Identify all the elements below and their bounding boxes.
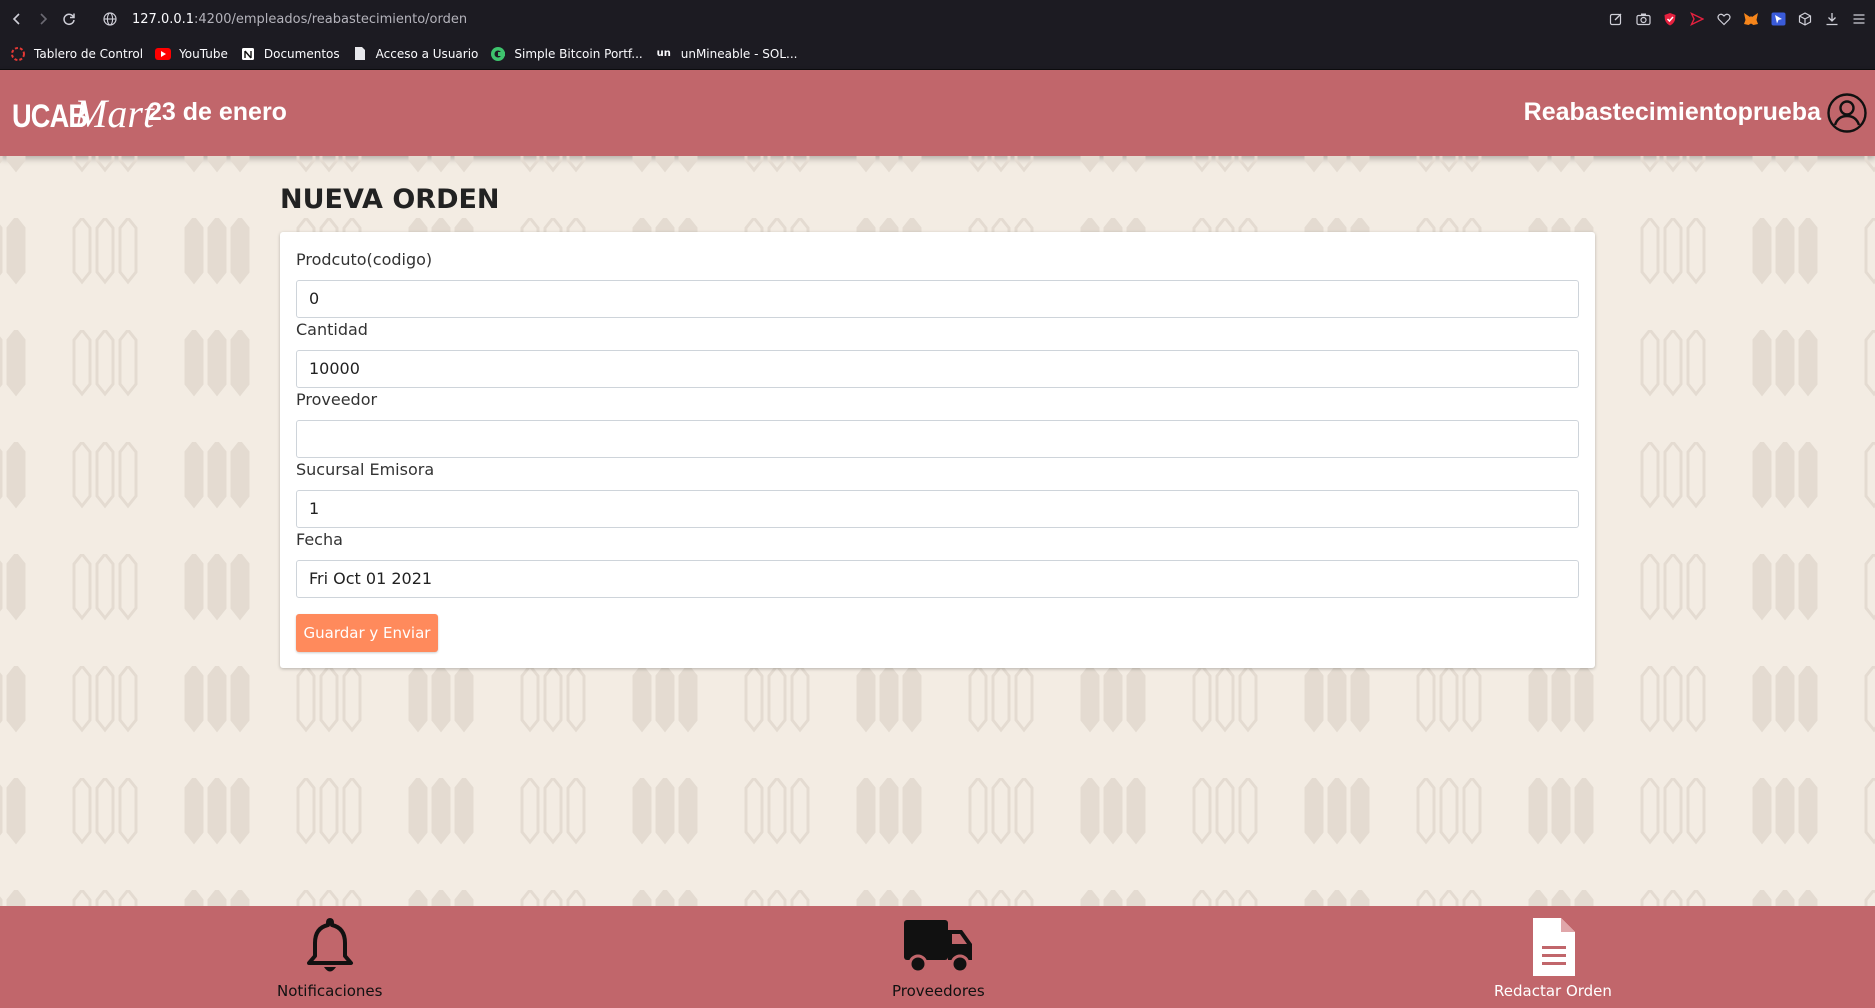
bookmark-label: YouTube	[179, 46, 228, 61]
menu-icon[interactable]	[1851, 11, 1867, 27]
nav-notifications[interactable]: Notificaciones	[277, 916, 382, 1000]
heart-icon[interactable]	[1716, 11, 1732, 27]
reload-button[interactable]	[56, 6, 82, 32]
username[interactable]: Reabastecimientoprueba	[1524, 98, 1821, 127]
bookmark-youtube[interactable]: YouTube	[155, 46, 228, 62]
toolbar-extensions	[1608, 0, 1867, 38]
globe-icon	[102, 11, 118, 27]
youtube-icon	[155, 46, 172, 62]
page-title: NUEVA ORDEN	[280, 184, 500, 215]
bookmark-acceso[interactable]: Acceso a Usuario	[352, 46, 479, 62]
url-bar[interactable]: 127.0.0.1:4200/empleados/reabastecimient…	[102, 11, 467, 27]
bookmark-unmineable[interactable]: un unMineable - SOL...	[655, 46, 798, 62]
bookmarks-bar: Tablero de Control YouTube Documentos Ac…	[0, 38, 1875, 70]
bookmark-label: Simple Bitcoin Portf...	[514, 46, 643, 61]
bottom-nav: Notificaciones Proveedores Redactar Orde…	[0, 906, 1875, 1008]
quantity-label: Cantidad	[296, 320, 368, 339]
product-code-input[interactable]: 0	[296, 280, 1579, 318]
document-icon	[1532, 918, 1575, 976]
logo-ucab-text: UCAB	[12, 98, 88, 134]
supplier-label: Proveedor	[296, 390, 378, 409]
nav-draft-order-label: Redactar Orden	[1494, 982, 1612, 1000]
notion-icon	[240, 46, 256, 62]
issuing-branch-input[interactable]: 1	[296, 490, 1579, 528]
url-path: :4200/empleados/reabastecimiento/orden	[194, 11, 468, 27]
date-label: Fecha	[296, 530, 343, 549]
page-icon	[352, 46, 368, 62]
metamask-icon[interactable]	[1743, 11, 1759, 27]
save-and-send-button[interactable]: Guardar y Enviar	[296, 614, 438, 652]
browser-toolbar: 127.0.0.1:4200/empleados/reabastecimient…	[0, 0, 1875, 38]
shield-icon[interactable]	[1662, 11, 1678, 27]
app-header: UCAB Mart 23 de enero Reabastecimientopr…	[0, 70, 1875, 156]
bookmark-label: Documentos	[263, 46, 340, 61]
bookmark-coingecko[interactable]: Simple Bitcoin Portf...	[490, 46, 643, 62]
bookmark-label: unMineable - SOL...	[680, 46, 798, 61]
nav-draft-order[interactable]: Redactar Orden	[1494, 916, 1612, 1000]
cursor-extension-icon[interactable]	[1770, 11, 1786, 27]
bookmark-label: Acceso a Usuario	[375, 46, 479, 61]
order-form: Prodcuto(codigo) 0 Cantidad 10000 Provee…	[280, 232, 1595, 668]
download-icon[interactable]	[1824, 11, 1840, 27]
store-name: 23 de enero	[148, 98, 287, 126]
nav-suppliers-label: Proveedores	[892, 982, 985, 1000]
bookmark-label: Tablero de Control	[34, 46, 144, 61]
product-code-label: Prodcuto(codigo)	[296, 250, 433, 269]
issuing-branch-label: Sucursal Emisora	[296, 460, 435, 479]
ring-icon	[10, 46, 26, 62]
nav-notifications-label: Notificaciones	[277, 982, 383, 1000]
user-account-icon[interactable]	[1827, 93, 1867, 133]
edit-icon[interactable]	[1608, 11, 1624, 27]
ucabmart-logo[interactable]: UCAB Mart	[12, 90, 154, 137]
forward-button[interactable]	[30, 6, 56, 32]
unmineable-icon: un	[656, 48, 671, 59]
nav-suppliers[interactable]: Proveedores	[892, 916, 985, 1000]
cube-icon[interactable]	[1797, 11, 1813, 27]
date-input[interactable]: Fri Oct 01 2021	[296, 560, 1579, 598]
url-host: 127.0.0.1	[132, 11, 195, 27]
back-button[interactable]	[4, 6, 30, 32]
coingecko-icon	[490, 46, 506, 62]
supplier-input[interactable]	[296, 420, 1579, 458]
send-icon[interactable]	[1689, 11, 1705, 27]
bookmark-tablero[interactable]: Tablero de Control	[10, 46, 143, 62]
quantity-input[interactable]: 10000	[296, 350, 1579, 388]
truck-icon	[904, 920, 973, 974]
camera-icon[interactable]	[1635, 11, 1651, 27]
bookmark-documentos[interactable]: Documentos	[240, 46, 340, 62]
bell-icon	[306, 918, 353, 972]
